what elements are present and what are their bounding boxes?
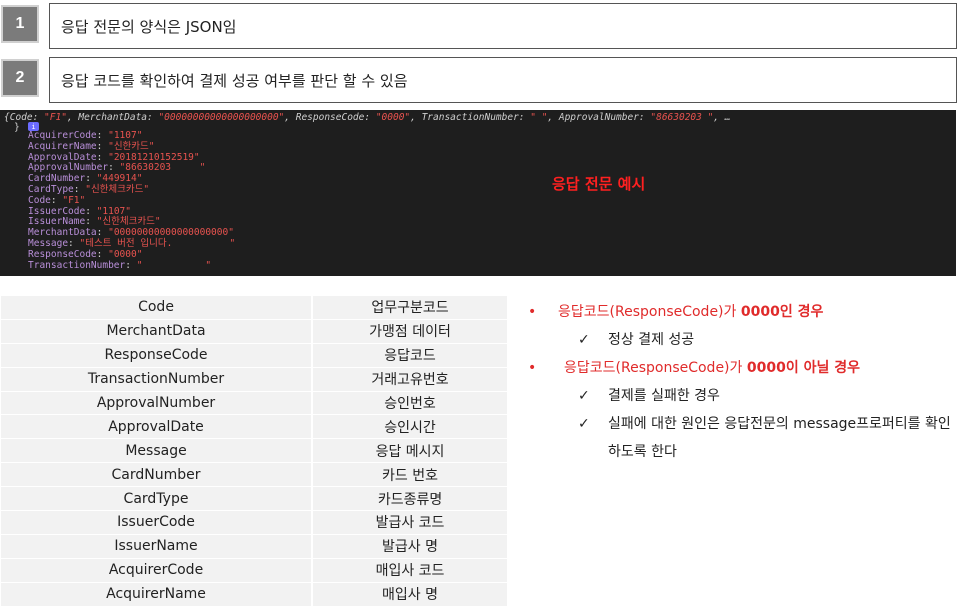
bullet-icon: •: [528, 360, 537, 376]
property-key: AcquirerCode: [28, 130, 97, 141]
table-row: AcquirerCode 매입사 코드: [1, 558, 509, 583]
field-description-cell: 카드종류명: [312, 486, 509, 512]
property-value: "86630203 ": [119, 162, 206, 174]
field-description-cell: 승인번호: [312, 391, 509, 416]
field-description-cell: 승인시간: [312, 414, 509, 440]
field-description-cell: 가맹점 데이터: [312, 319, 509, 344]
property-value: "신한체크카드": [96, 216, 161, 228]
table-row: Code 업무구분코드: [1, 296, 509, 320]
property-value: "20181210152519": [108, 151, 200, 163]
field-description-cell: 응답코드: [312, 343, 509, 368]
field-description-cell: 업무구분코드: [312, 296, 509, 320]
property-value: "신한체크카드": [85, 183, 150, 195]
field-name-cell: ApprovalNumber: [1, 391, 314, 416]
property-key: CardType: [28, 183, 74, 195]
property-value: "449914": [96, 173, 143, 185]
field-name-cell: IssuerName: [1, 534, 314, 559]
response-example-console: {Code: "F1", MerchantData: "000000000000…: [0, 110, 956, 276]
field-name-cell: TransactionNumber: [1, 367, 314, 392]
property-value: "F1": [62, 194, 86, 206]
table-row: ResponseCode 응답코드: [1, 343, 509, 368]
console-properties: AcquirerCode: "1107" AcquirerName: "신한카드"…: [28, 130, 236, 271]
table-row: IssuerName 발급사 명: [1, 534, 509, 559]
field-description-cell: 매입사 코드: [312, 558, 509, 583]
property-key: IssuerName: [28, 216, 86, 228]
response-field-table: Code 업무구분코드 MerchantData 가맹점 데이터 ResponseCod…: [1, 296, 509, 607]
check-icon: ✓: [578, 416, 590, 432]
field-name-cell: IssuerCode: [1, 510, 314, 535]
field-description-cell: 응답 메시지: [312, 438, 509, 464]
table-row: ApprovalNumber 승인번호: [1, 391, 509, 416]
field-name-cell: CardType: [1, 486, 314, 512]
step-description: 응답 전문의 양식은 JSON임: [49, 3, 957, 49]
table-row: ApprovalDate 승인시간: [1, 414, 509, 440]
console-property-line: TransactionNumber: " ": [28, 259, 212, 271]
step-description: 응답 코드를 확인하여 결제 성공 여부를 판단 할 수 있음: [49, 57, 957, 103]
property-value: "0000": [108, 248, 143, 260]
check-icon: ✓: [578, 388, 590, 404]
console-object-summary[interactable]: {Code: "F1", MerchantData: "000000000000…: [4, 112, 730, 123]
property-value: "00000000000000000000": [108, 227, 234, 239]
note-success-condition: • 응답코드(ResponseCode)가 0000인 경우: [528, 298, 958, 326]
property-key: AcquirerName: [28, 140, 97, 152]
property-value: "1107": [96, 205, 131, 217]
field-name-cell: CardNumber: [1, 462, 314, 488]
step-number-badge: 2: [1, 59, 39, 97]
property-key: CardNumber: [28, 173, 86, 185]
field-description-cell: 발급사 코드: [312, 510, 509, 535]
table-row: Message 응답 메시지: [1, 438, 509, 464]
close-brace: }: [14, 122, 20, 133]
field-name-cell: MerchantData: [1, 319, 314, 344]
field-name-cell: AcquirerCode: [1, 558, 314, 583]
note-failure-detail-1: ✓ 결제를 실패한 경우: [528, 382, 958, 410]
note-failure-condition: • 응답코드(ResponseCode)가 0000이 아닐 경우: [528, 354, 958, 382]
field-name-cell: ResponseCode: [1, 343, 314, 368]
note-failure-detail-2: ✓ 실패에 대한 원인은 응답전문의 message프로퍼티를 확인하도록 한다: [528, 410, 958, 466]
property-key: IssuerCode: [28, 205, 86, 217]
field-description-cell: 매입사 명: [312, 582, 509, 607]
property-key: TransactionNumber: [28, 259, 126, 271]
step-1: 1 응답 전문의 양식은 JSON임: [0, 3, 968, 53]
note-success-detail: ✓ 정상 결제 성공: [528, 326, 958, 354]
table-row: AcquirerName 매입사 명: [1, 582, 509, 607]
property-key: Message: [28, 237, 69, 249]
step-2: 2 응답 코드를 확인하여 결제 성공 여부를 판단 할 수 있음: [0, 57, 968, 107]
property-value: "테스트 버전 입니다. ": [79, 237, 236, 249]
table-row: IssuerCode 발급사 코드: [1, 510, 509, 535]
property-value: " ": [136, 259, 212, 271]
check-icon: ✓: [578, 332, 590, 348]
property-key: ResponseCode: [28, 248, 97, 260]
property-value: "1107": [108, 130, 143, 141]
step-number-badge: 1: [1, 5, 39, 43]
response-example-title: 응답 전문 예시: [552, 175, 646, 193]
bullet-icon: •: [528, 304, 537, 320]
table-row: CardNumber 카드 번호: [1, 462, 509, 488]
response-code-notes: • 응답코드(ResponseCode)가 0000인 경우 ✓ 정상 결제 성…: [528, 298, 958, 466]
property-key: ApprovalNumber: [28, 162, 109, 174]
field-name-cell: Code: [1, 296, 314, 320]
property-key: ApprovalDate: [28, 151, 97, 163]
table-row: MerchantData 가맹점 데이터: [1, 319, 509, 344]
table-row: TransactionNumber 거래고유번호: [1, 367, 509, 392]
field-description-cell: 거래고유번호: [312, 367, 509, 392]
table-row: CardType 카드종류명: [1, 486, 509, 512]
field-name-cell: AcquirerName: [1, 582, 314, 607]
field-description-cell: 발급사 명: [312, 534, 509, 559]
property-value: "신한카드": [108, 140, 155, 152]
property-key: Code: [28, 194, 51, 206]
field-description-cell: 카드 번호: [312, 462, 509, 488]
field-name-cell: Message: [1, 438, 314, 464]
property-key: MerchantData: [28, 227, 97, 239]
field-name-cell: ApprovalDate: [1, 414, 314, 440]
